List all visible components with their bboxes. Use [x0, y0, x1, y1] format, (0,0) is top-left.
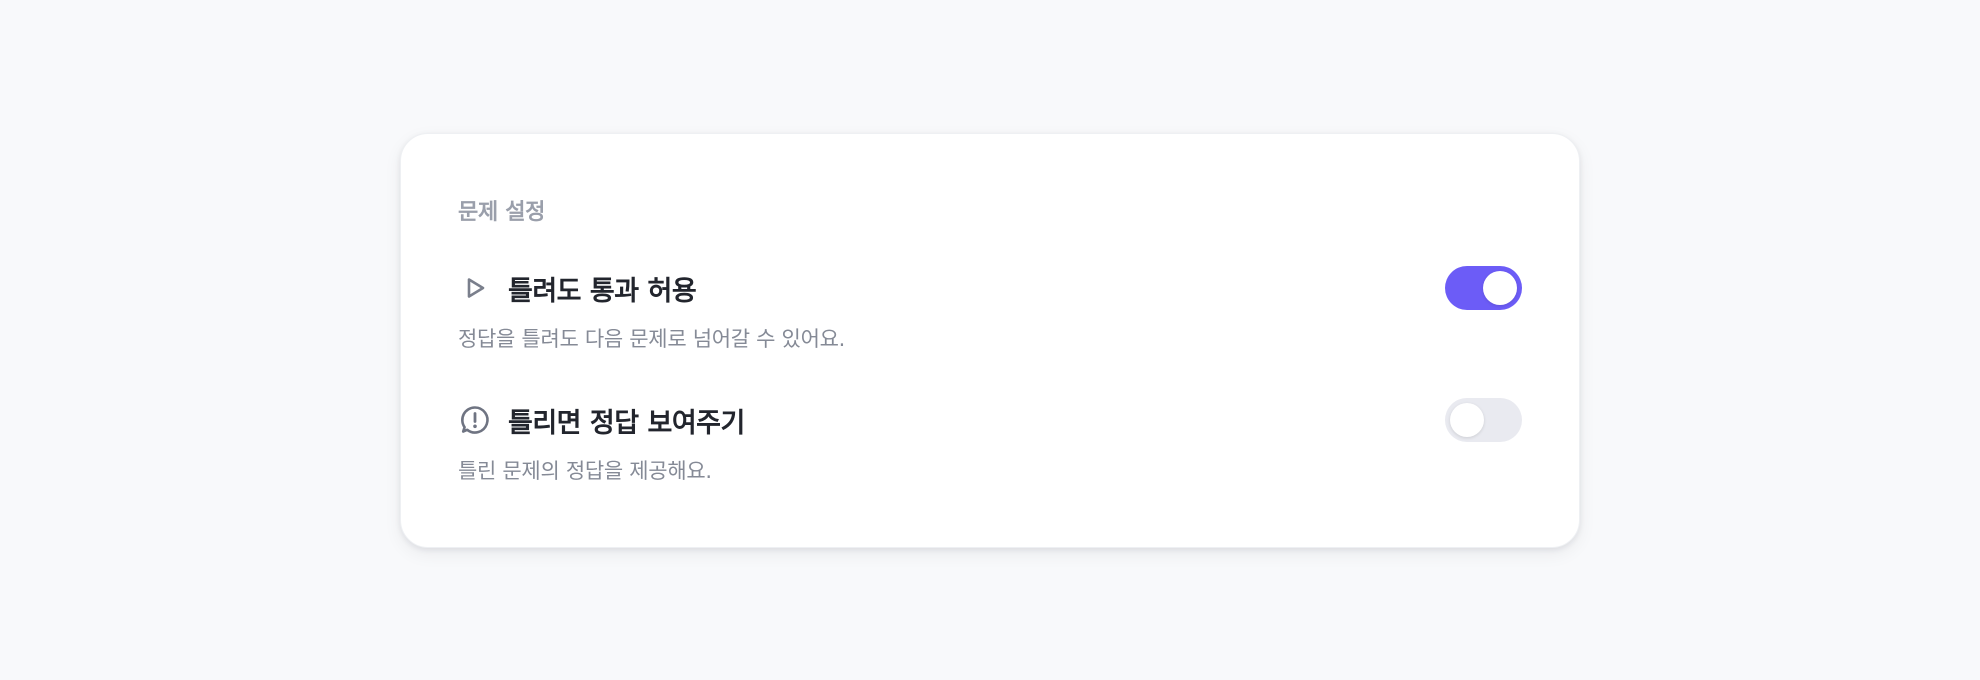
setting-show-answer: 틀리면 정답 보여주기 틀린 문제의 정답을 제공해요.	[458, 398, 1522, 485]
settings-card: 문제 설정 틀려도 통과 허용 정답을 틀려도 다음 문제로 넘어갈 수 있어요…	[400, 133, 1580, 548]
setting-title: 틀리면 정답 보여주기	[508, 407, 745, 439]
show-answer-toggle[interactable]	[1445, 398, 1522, 442]
setting-allow-pass: 틀려도 통과 허용 정답을 틀려도 다음 문제로 넘어갈 수 있어요.	[458, 266, 1522, 353]
toggle-knob	[1483, 271, 1517, 305]
play-icon	[458, 271, 492, 305]
section-title: 문제 설정	[458, 200, 546, 225]
setting-title: 틀려도 통과 허용	[508, 275, 697, 307]
setting-description: 틀린 문제의 정답을 제공해요.	[458, 459, 712, 483]
setting-description: 정답을 틀려도 다음 문제로 넘어갈 수 있어요.	[458, 327, 845, 351]
allow-pass-toggle[interactable]	[1445, 266, 1522, 310]
toggle-knob	[1450, 403, 1484, 437]
alert-speech-icon	[458, 403, 492, 437]
